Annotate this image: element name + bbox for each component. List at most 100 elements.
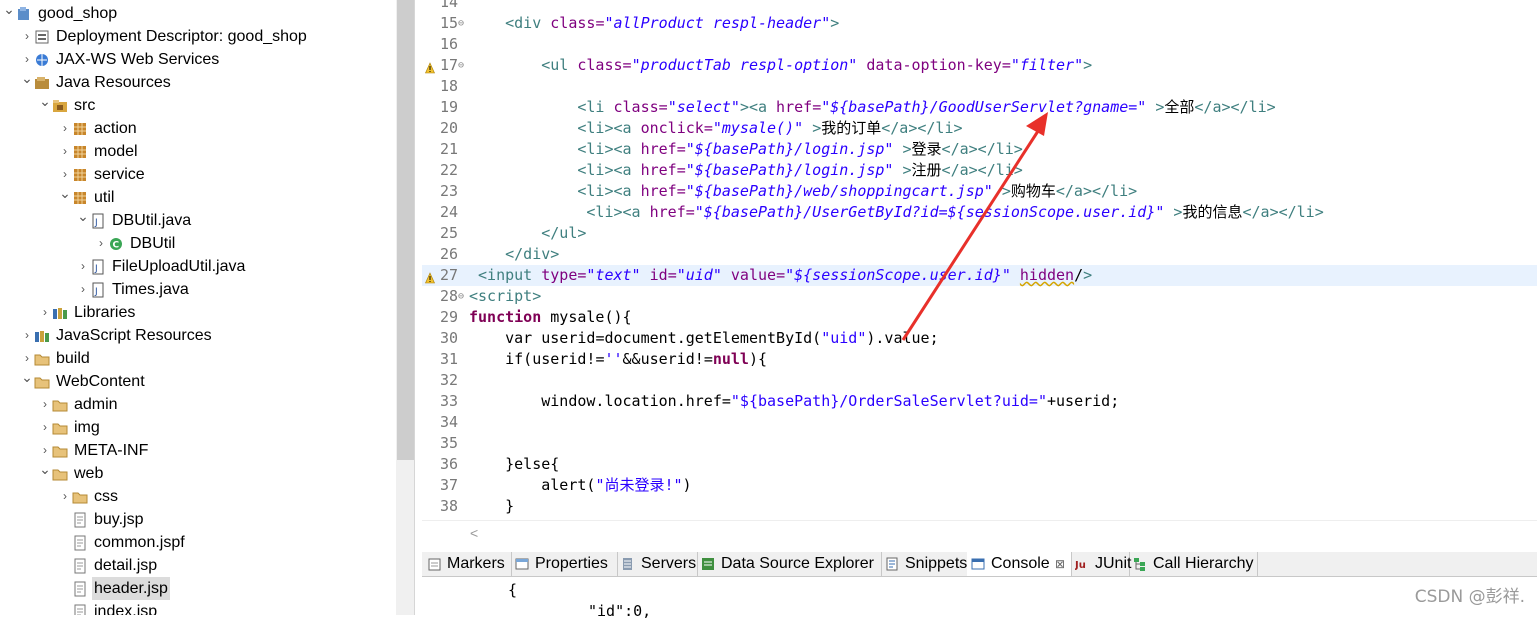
package-icon [72,167,88,183]
tab-markers[interactable]: Markers [423,552,512,576]
code-line[interactable]: 26 </div> [422,244,1537,265]
chevron-down-icon[interactable]: ⌄ [38,458,52,481]
code-line[interactable]: 27 <input type="text" id="uid" value="${… [422,265,1537,286]
chevron-down-icon[interactable]: ⌄ [20,67,34,90]
code-line[interactable]: 14 [422,0,1537,13]
line-number: 15 [439,14,458,32]
tree-item-label: web [74,465,104,482]
jsp-file-icon [72,535,88,551]
tree-item-label: build [56,350,90,367]
line-number: 35 [439,434,458,452]
chevron-right-icon[interactable]: › [20,25,34,48]
code-line[interactable]: 15 ⊖ <div class="allProduct respl-header"… [422,13,1537,34]
tab-data-source-explorer[interactable]: Data Source Explorer [697,552,882,576]
tab-snippets[interactable]: Snippets [881,552,968,576]
tab-label: JUnit [1095,555,1132,572]
code-text: <script> [469,287,542,305]
tree-item-label: buy.jsp [94,511,144,528]
line-number: 31 [439,350,458,368]
fold-toggle-icon[interactable]: ⊖ [458,55,464,76]
libraries-icon [52,305,68,321]
call-hierarchy-icon [1133,557,1147,571]
tab-properties[interactable]: Properties [511,552,618,576]
fold-toggle-icon[interactable]: ⊖ [458,13,464,34]
code-text: window.location.href="${basePath}/OrderS… [469,392,1120,410]
tab-servers[interactable]: Servers [617,552,698,576]
folder-icon [52,466,68,482]
tree-item-label: action [94,120,137,137]
fold-toggle-icon[interactable]: ⊖ [458,286,464,307]
chevron-right-icon[interactable]: › [76,255,90,278]
deployment-descriptor-icon [34,29,50,45]
watermark: CSDN @彭祥. [1414,587,1525,607]
close-icon[interactable]: ⊠ [1055,552,1065,576]
editor-horizontal-scrollbar[interactable]: < [422,520,1537,549]
tree-item-label: FileUploadUtil.java [112,258,246,275]
code-line[interactable]: 30 var userid=document.getElementById("u… [422,328,1537,349]
chevron-down-icon[interactable]: ⌄ [38,90,52,113]
code-line[interactable]: 20 <li><a onclick="mysale()" >我的订单</a></… [422,118,1537,139]
svg-text:C: C [113,241,120,251]
chevron-right-icon[interactable]: › [58,140,72,163]
code-line[interactable]: 18 [422,76,1537,97]
warning-icon[interactable] [425,269,435,284]
jsp-file-icon [72,558,88,574]
tab-console[interactable]: Console ⊠ [967,552,1072,576]
code-line[interactable]: 35 [422,433,1537,454]
tab-junit[interactable]: Ju JUnit [1071,552,1132,576]
code-line[interactable]: 33 window.location.href="${basePath}/Ord… [422,391,1537,412]
explorer-scrollbar-thumb[interactable] [397,0,414,460]
jsp-file-icon [72,604,88,615]
code-text: <input type="text" id="uid" value="${ses… [478,266,1093,284]
code-line[interactable]: 24 <li><a href="${basePath}/UserGetById?… [422,202,1537,223]
line-number: 32 [439,371,458,389]
code-line[interactable]: 17 ⊖ <ul class="productTab respl-option" … [422,55,1537,76]
java-file-icon: J [90,282,106,298]
warning-icon[interactable] [425,59,435,74]
chevron-down-icon[interactable]: ⌄ [20,366,34,389]
tab-call-hierarchy[interactable]: Call Hierarchy [1129,552,1258,576]
chevron-right-icon[interactable]: › [76,278,90,301]
tree-item-label: Java Resources [56,74,171,91]
chevron-right-icon[interactable]: › [38,393,52,416]
code-line[interactable]: 16 [422,34,1537,55]
chevron-right-icon[interactable]: › [58,117,72,140]
package-icon [72,190,88,206]
svg-text:J: J [94,218,98,228]
data-source-icon [701,557,715,571]
code-text: <li class="select"><a href="${basePath}/… [577,98,1276,116]
code-text: <li><a onclick="mysale()" >我的订单</a></li> [577,119,963,137]
code-line[interactable]: 19 <li class="select"><a href="${basePat… [422,97,1537,118]
code-line[interactable]: 25 </ul> [422,223,1537,244]
code-text: } [469,497,515,515]
code-line[interactable]: 38 } [422,496,1537,517]
code-line[interactable]: 37 alert("尚未登录!") [422,475,1537,496]
chevron-right-icon[interactable]: › [20,324,34,347]
code-line[interactable]: 31 if(userid!=''&&userid!=null){ [422,349,1537,370]
code-editor[interactable]: 14 15 ⊖ <div class="allProduct respl-heade… [422,0,1537,520]
folder-icon [52,397,68,413]
tree-item-label: src [74,97,96,114]
code-line[interactable]: 23 <li><a href="${basePath}/web/shopping… [422,181,1537,202]
panel-tab-bar: Markers Properties Servers Data Source Expl… [422,552,1537,577]
chevron-down-icon[interactable]: ⌄ [58,182,72,205]
tree-item-label: index.jsp [94,603,158,615]
code-line[interactable]: 22 <li><a href="${basePath}/login.jsp" >… [422,160,1537,181]
chevron-right-icon[interactable]: › [38,416,52,439]
code-line[interactable]: 21 <li><a href="${basePath}/login.jsp" >… [422,139,1537,160]
code-line[interactable]: 34 [422,412,1537,433]
code-line[interactable]: 36 }else{ [422,454,1537,475]
code-line[interactable]: 28 ⊖ <script> [422,286,1537,307]
chevron-right-icon[interactable]: › [94,232,108,255]
servers-icon [621,557,635,571]
java-file-icon: J [90,213,106,229]
code-line[interactable]: 29 function mysale(){ [422,307,1537,328]
chevron-right-icon[interactable]: › [58,485,72,508]
chevron-right-icon[interactable]: › [38,301,52,324]
scroll-left-icon[interactable]: < [470,525,478,541]
project-explorer: ⌄ good_shop › Deployment Descriptor: good_s… [0,0,396,615]
code-line[interactable]: 32 [422,370,1537,391]
chevron-down-icon[interactable]: ⌄ [76,205,90,228]
chevron-down-icon[interactable]: ⌄ [2,0,16,21]
folder-icon [34,351,50,367]
